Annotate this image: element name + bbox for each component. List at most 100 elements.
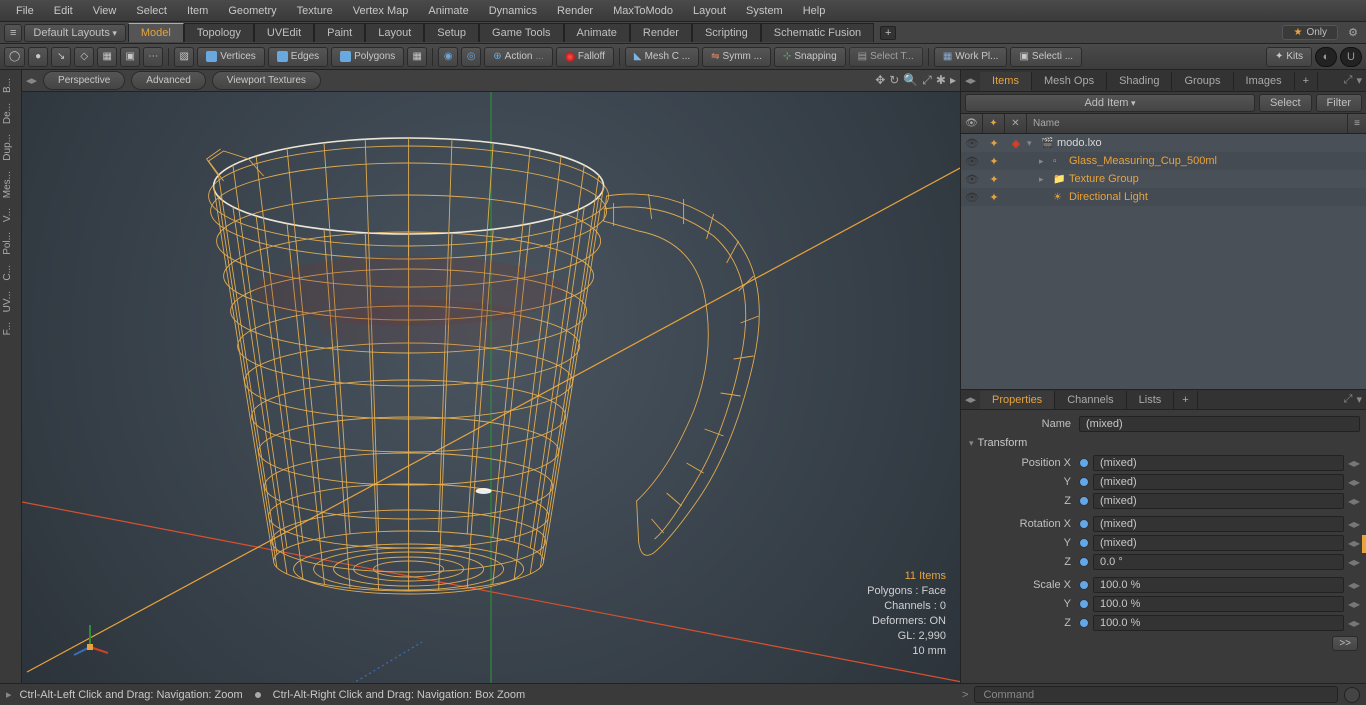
symmetry-dropdown[interactable]: ⇋ Symm ... [702,47,771,67]
record-button[interactable] [1344,687,1360,703]
leftstrip-b[interactable]: B... [0,74,21,97]
tree-row[interactable]: 👁✦☀ Directional Light [961,188,1366,206]
select-through-dropdown[interactable]: ▤ Select T... [849,47,923,67]
leftstrip-c[interactable]: C... [0,261,21,285]
tree-item-name[interactable]: ▸▫ Glass_Measuring_Cup_500ml [1027,152,1366,170]
shading-tab[interactable]: Shading [1107,72,1172,90]
layout-tab-render[interactable]: Render [630,23,692,42]
perspective-tab[interactable]: Perspective [43,71,125,90]
menu-view[interactable]: View [83,2,127,20]
leftstrip-v[interactable]: V... [0,204,21,226]
layout-tab-game-tools[interactable]: Game Tools [479,23,564,42]
layout-tab-model[interactable]: Model [128,23,184,42]
shape-full-circle-icon[interactable]: ● [28,47,48,67]
groups-tab[interactable]: Groups [1172,72,1233,90]
vertices-button[interactable]: Vertices [197,47,265,67]
tree-row[interactable]: 👁✦▸▫ Glass_Measuring_Cup_500ml [961,152,1366,170]
solo-toggle[interactable]: ✦ [983,152,1005,170]
add-panel-tab[interactable]: + [1295,72,1318,90]
visibility-column-icon[interactable]: 👁 [961,114,983,133]
shape-cube-icon[interactable]: ▣ [120,47,140,67]
spinner-icon[interactable]: ◂▸ [1348,616,1360,630]
keyframe-dot-icon[interactable] [1079,580,1089,590]
layout-tab-animate[interactable]: Animate [564,23,630,42]
item-mode-icon[interactable]: ▧ [174,47,194,67]
leftstrip-dup[interactable]: Dup... [0,130,21,165]
images-tab[interactable]: Images [1234,72,1295,90]
advanced-tab[interactable]: Advanced [131,71,205,90]
menu-layout[interactable]: Layout [683,2,736,20]
menu-help[interactable]: Help [793,2,836,20]
polygons-button[interactable]: Polygons [331,47,404,67]
menu-icon[interactable]: ≡ [4,24,22,42]
panel-options-icon[interactable]: ◂▸ [961,74,980,87]
close-panel-icon[interactable]: ▾ [1356,74,1362,87]
keyframe-dot-icon[interactable] [1079,557,1089,567]
solo-toggle[interactable]: ✦ [983,170,1005,188]
snapping-dropdown[interactable]: ⊹ Snapping [774,47,846,67]
menu-vertex-map[interactable]: Vertex Map [343,2,419,20]
layout-tab-scripting[interactable]: Scripting [692,23,761,42]
tree-item-name[interactable]: ▸📁 Texture Group [1027,170,1366,188]
solo-toggle[interactable]: ✦ [983,188,1005,206]
spinner-icon[interactable]: ◂▸ [1348,475,1360,489]
property-value-field[interactable]: (mixed) [1093,516,1344,532]
solo-toggle[interactable]: ✦ [983,134,1005,152]
engine-unreal-icon[interactable]: U [1340,47,1362,67]
mesh-ops-tab[interactable]: Mesh Ops [1032,72,1107,90]
zoom-view-icon[interactable]: 🔍 [903,73,918,88]
menu-texture[interactable]: Texture [287,2,343,20]
add-props-tab[interactable]: + [1174,391,1197,409]
property-value-field[interactable]: 100.0 % [1093,615,1344,631]
select-button[interactable]: Select [1259,94,1312,112]
layout-tab-layout[interactable]: Layout [365,23,424,42]
visibility-toggle[interactable]: 👁 [961,170,983,188]
layout-tab-uvedit[interactable]: UVEdit [254,23,314,42]
menu-system[interactable]: System [736,2,793,20]
tree-item-name[interactable]: ▾🎬 modo.lxo [1027,134,1366,152]
property-value-field[interactable]: 0.0 ° [1093,554,1344,570]
layout-tab-schematic-fusion[interactable]: Schematic Fusion [761,23,874,42]
property-value-field[interactable]: 100.0 % [1093,596,1344,612]
shape-more-icon[interactable]: ⋯ [143,47,163,67]
shape-node-icon[interactable]: ◇ [74,47,94,67]
kits-dropdown[interactable]: ✦ Kits [1266,47,1312,67]
visibility-toggle[interactable]: 👁 [961,134,983,152]
selection-dropdown[interactable]: ▣ Selecti ... [1010,47,1082,67]
properties-tab[interactable]: Properties [980,391,1055,409]
property-value-field[interactable]: 100.0 % [1093,577,1344,593]
channels-tab[interactable]: Channels [1055,391,1126,409]
keyframe-dot-icon[interactable] [1079,496,1089,506]
viewport-options-icon[interactable]: ◂▸ [26,74,37,87]
keyframe-dot-icon[interactable] [1079,458,1089,468]
property-value-field[interactable]: (mixed) [1093,455,1344,471]
keyframe-dot-icon[interactable] [1079,599,1089,609]
add-item-dropdown[interactable]: Add Item [965,94,1255,112]
property-value-field[interactable]: (mixed) [1093,493,1344,509]
menu-select[interactable]: Select [126,2,177,20]
property-value-field[interactable]: (mixed) [1093,535,1344,551]
spinner-icon[interactable]: ◂▸ [1348,494,1360,508]
rotate-view-icon[interactable]: ↻ [889,73,899,88]
shape-arrow-icon[interactable]: ↘ [51,47,71,67]
menu-file[interactable]: File [6,2,44,20]
add-tab-button[interactable]: + [880,26,896,40]
keyframe-dot-icon[interactable] [1079,519,1089,529]
center-icon[interactable]: ◎ [461,47,481,67]
layout-tab-topology[interactable]: Topology [184,23,254,42]
viewport-textures-tab[interactable]: Viewport Textures [212,71,321,90]
spinner-icon[interactable]: ◂▸ [1348,536,1360,550]
property-value-field[interactable]: (mixed) [1093,474,1344,490]
view-options-icon[interactable]: ▸ [950,73,956,88]
falloff-dropdown[interactable]: Falloff [556,47,614,67]
properties-more-button[interactable]: >> [1332,636,1358,651]
edges-button[interactable]: Edges [268,47,328,67]
close-props-icon[interactable]: ▾ [1356,393,1362,406]
keyframe-dot-icon[interactable] [1079,538,1089,548]
default-layouts-dropdown[interactable]: Default Layouts [24,24,125,42]
lists-tab[interactable]: Lists [1127,391,1175,409]
engine-octane-icon[interactable]: ◐ [1315,47,1337,67]
name-column-header[interactable]: Name [1027,114,1348,133]
filter-button[interactable]: Filter [1316,94,1362,112]
visibility-toggle[interactable]: 👁 [961,188,983,206]
